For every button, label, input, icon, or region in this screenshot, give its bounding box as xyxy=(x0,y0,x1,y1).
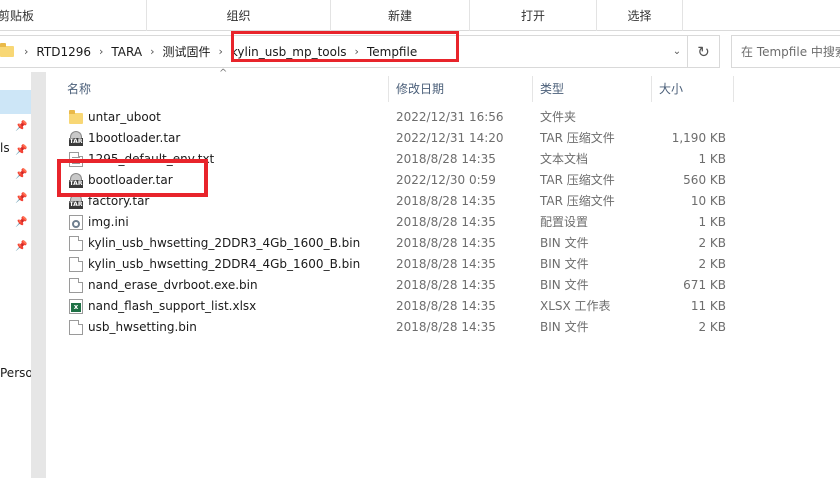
column-separator[interactable] xyxy=(651,76,652,102)
file-icon xyxy=(69,278,83,293)
file-row[interactable]: untar_uboot 2022/12/31 16:56 文件夹 xyxy=(48,107,840,128)
file-name: 1bootloader.tar xyxy=(88,131,181,145)
file-row[interactable]: kylin_usb_hwsetting_2DDR4_4Gb_1600_B.bin… xyxy=(48,254,840,275)
tar-archive-icon: TAR xyxy=(69,131,83,146)
highlight-box-file xyxy=(57,159,208,197)
column-header-size[interactable]: 大小 xyxy=(659,72,683,104)
file-type: TAR 压缩文件 xyxy=(540,173,615,187)
ribbon-group-new[interactable]: 新建 xyxy=(331,0,469,31)
breadcrumb-test-firmware[interactable]: 测试固件 xyxy=(158,43,214,60)
file-size xyxy=(647,107,726,128)
file-date: 2022/12/30 0:59 xyxy=(396,173,496,187)
ribbon-group-open[interactable]: 打开 xyxy=(470,0,596,31)
file-type: TAR 压缩文件 xyxy=(540,131,615,145)
file-date: 2022/12/31 16:56 xyxy=(396,110,504,124)
pin-icon[interactable]: 📌 xyxy=(15,193,27,205)
pin-icon[interactable]: 📌 xyxy=(15,145,27,157)
file-row[interactable]: kylin_usb_hwsetting_2DDR3_4Gb_1600_B.bin… xyxy=(48,233,840,254)
excel-file-icon: x xyxy=(69,299,83,314)
file-size: 2 KB xyxy=(698,257,726,271)
address-history-dropdown[interactable]: ⌄ xyxy=(666,35,688,68)
chevron-right-icon[interactable]: › xyxy=(20,45,32,58)
file-size: 10 KB xyxy=(690,194,726,208)
file-row[interactable]: usb_hwsetting.bin 2018/8/28 14:35 BIN 文件… xyxy=(48,317,840,338)
nav-item-label[interactable]: Perso xyxy=(0,366,33,380)
highlight-box-path xyxy=(231,31,459,62)
file-type: 文本文档 xyxy=(540,152,589,166)
file-size: 1 KB xyxy=(698,215,726,229)
search-input[interactable]: 在 Tempfile 中搜索 xyxy=(731,35,840,68)
pin-icon[interactable]: 📌 xyxy=(15,217,27,229)
file-row[interactable]: img.ini 2018/8/28 14:35 配置设置 1 KB xyxy=(48,212,840,233)
file-icon xyxy=(69,236,83,251)
file-date: 2018/8/28 14:35 xyxy=(396,152,496,166)
file-size: 2 KB xyxy=(698,320,726,334)
pin-icon[interactable]: 📌 xyxy=(15,241,27,253)
file-type: BIN 文件 xyxy=(540,236,589,250)
file-name: usb_hwsetting.bin xyxy=(88,320,197,334)
file-size: 2 KB xyxy=(698,236,726,250)
breadcrumb-rtd1296[interactable]: RTD1296 xyxy=(32,45,95,59)
file-date: 2018/8/28 14:35 xyxy=(396,236,496,250)
pin-icon[interactable]: 📌 xyxy=(15,169,27,181)
file-icon xyxy=(69,320,83,335)
file-name: nand_flash_support_list.xlsx xyxy=(88,299,257,313)
file-type: TAR 压缩文件 xyxy=(540,194,615,208)
file-size: 1,190 KB xyxy=(671,131,726,145)
pin-icon[interactable]: 📌 xyxy=(15,121,27,133)
file-name: img.ini xyxy=(88,215,129,229)
file-type: BIN 文件 xyxy=(540,257,589,271)
file-size: 1 KB xyxy=(698,152,726,166)
folder-icon xyxy=(0,43,14,57)
file-date: 2018/8/28 14:35 xyxy=(396,299,496,313)
file-row[interactable]: nand_erase_dvrboot.exe.bin 2018/8/28 14:… xyxy=(48,275,840,296)
file-size: 671 KB xyxy=(683,278,726,292)
file-size: 11 KB xyxy=(690,299,726,313)
file-name: kylin_usb_hwsetting_2DDR3_4Gb_1600_B.bin xyxy=(88,236,361,250)
file-date: 2018/8/28 14:35 xyxy=(396,215,496,229)
file-date: 2022/12/31 14:20 xyxy=(396,131,504,145)
chevron-right-icon[interactable]: › xyxy=(146,45,158,58)
folder-icon xyxy=(69,110,83,124)
file-date: 2018/8/28 14:35 xyxy=(396,257,496,271)
chevron-right-icon[interactable]: › xyxy=(214,45,226,58)
file-row[interactable]: TAR 1bootloader.tar 2022/12/31 14:20 TAR… xyxy=(48,128,840,149)
ribbon-separator xyxy=(682,0,683,31)
file-name: untar_uboot xyxy=(88,110,161,124)
file-type: 文件夹 xyxy=(540,110,577,124)
nav-selected-item[interactable] xyxy=(0,90,31,114)
refresh-icon: ↻ xyxy=(697,42,710,61)
file-date: 2018/8/28 14:35 xyxy=(396,320,496,334)
column-separator[interactable] xyxy=(532,76,533,102)
column-header-type[interactable]: 类型 xyxy=(540,72,564,104)
chevron-right-icon[interactable]: › xyxy=(95,45,107,58)
file-name: nand_erase_dvrboot.exe.bin xyxy=(88,278,258,292)
config-file-icon xyxy=(69,215,83,230)
file-name: kylin_usb_hwsetting_2DDR4_4Gb_1600_B.bin xyxy=(88,257,361,271)
column-header-row: 名称 修改日期 类型 大小 xyxy=(48,72,840,104)
column-header-date[interactable]: 修改日期 xyxy=(396,72,444,104)
column-header-name[interactable]: 名称 xyxy=(67,72,91,104)
file-icon xyxy=(69,257,83,272)
file-date: 2018/8/28 14:35 xyxy=(396,194,496,208)
file-row[interactable]: x nand_flash_support_list.xlsx 2018/8/28… xyxy=(48,296,840,317)
ribbon-group-clipboard[interactable]: 剪贴板 xyxy=(0,0,46,31)
file-type: BIN 文件 xyxy=(540,320,589,334)
file-list: untar_uboot 2022/12/31 16:56 文件夹 TAR 1bo… xyxy=(48,107,840,338)
nav-item-label[interactable]: ls xyxy=(0,141,10,155)
file-type: 配置设置 xyxy=(540,215,589,229)
file-date: 2018/8/28 14:35 xyxy=(396,278,496,292)
file-size: 560 KB xyxy=(683,173,726,187)
ribbon-group-select[interactable]: 选择 xyxy=(597,0,682,31)
file-type: BIN 文件 xyxy=(540,278,589,292)
breadcrumb-tara[interactable]: TARA xyxy=(107,45,146,59)
column-separator[interactable] xyxy=(733,76,734,102)
file-type: XLSX 工作表 xyxy=(540,299,611,313)
refresh-button[interactable]: ↻ xyxy=(688,35,720,68)
column-separator[interactable] xyxy=(388,76,389,102)
ribbon-bar: 剪贴板 组织 新建 打开 选择 xyxy=(0,0,840,31)
nav-scrollbar[interactable] xyxy=(31,72,46,478)
ribbon-group-organize[interactable]: 组织 xyxy=(147,0,330,31)
